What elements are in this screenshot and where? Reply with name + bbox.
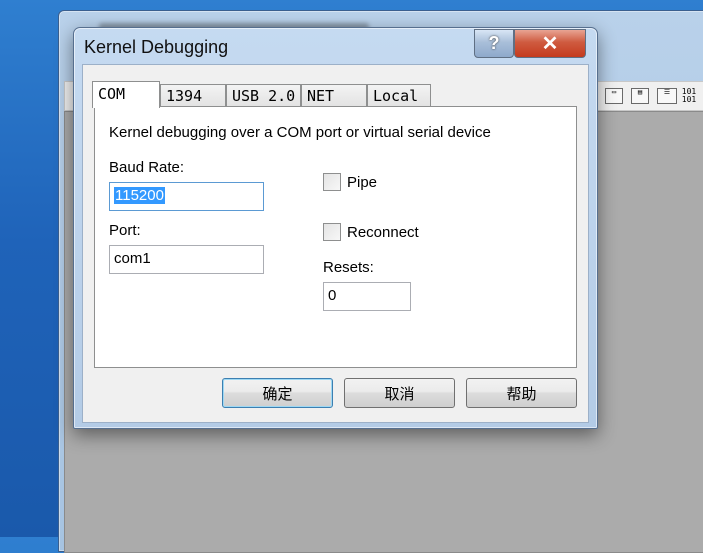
question-icon: ?	[488, 33, 500, 53]
baud-rate-input[interactable]: 115200	[109, 182, 264, 211]
cancel-button[interactable]: 取消	[344, 378, 455, 408]
close-icon: ✕	[541, 33, 559, 55]
reconnect-checkbox[interactable]	[323, 223, 341, 241]
resets-label: Resets:	[323, 259, 374, 276]
tab-local[interactable]: Local	[367, 84, 431, 106]
resets-input[interactable]: 0	[323, 282, 411, 311]
pipe-checkbox[interactable]	[323, 173, 341, 191]
com-tab-panel: Kernel debugging over a COM port or virt…	[94, 106, 577, 368]
tab-usb[interactable]: USB 2.0	[226, 84, 301, 106]
help-caption-button[interactable]: ?	[474, 29, 514, 58]
close-button[interactable]: ✕	[514, 29, 586, 58]
binary-icon[interactable]: 101 101	[679, 88, 699, 102]
source-icon[interactable]: ☰	[657, 88, 677, 104]
ok-button[interactable]: 确定	[222, 378, 333, 408]
baud-rate-label: Baud Rate:	[109, 159, 185, 176]
tab-1394[interactable]: 1394	[160, 84, 226, 106]
port-value: com1	[114, 250, 151, 267]
window-icon[interactable]: ▭	[605, 88, 623, 104]
dialog-client-area: COM 1394 USB 2.0 NET Local Kernel debugg…	[82, 64, 589, 423]
com-description: Kernel debugging over a COM port or virt…	[109, 124, 491, 141]
kernel-debugging-dialog: Kernel Debugging ? ✕ COM 1394 USB 2.0 NE…	[73, 27, 598, 429]
tab-net[interactable]: NET	[301, 84, 367, 106]
port-input[interactable]: com1	[109, 245, 264, 274]
command-icon[interactable]: ▤	[631, 88, 649, 104]
help-button[interactable]: 帮助	[466, 378, 577, 408]
reconnect-label[interactable]: Reconnect	[347, 224, 419, 241]
baud-rate-value: 115200	[114, 187, 165, 204]
resets-value: 0	[328, 287, 337, 304]
dialog-title: Kernel Debugging	[84, 37, 229, 57]
port-label: Port:	[109, 222, 141, 239]
tab-com[interactable]: COM	[92, 81, 160, 108]
pipe-label[interactable]: Pipe	[347, 174, 377, 191]
